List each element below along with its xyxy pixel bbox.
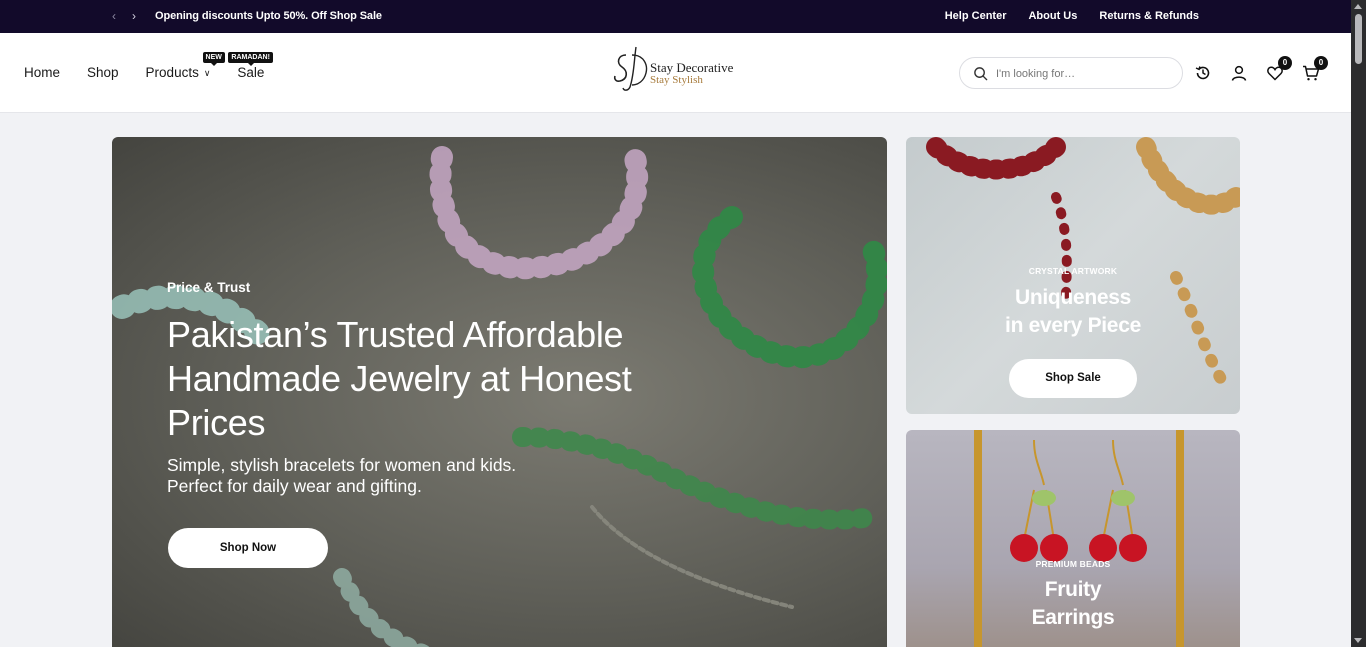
logo-monogram xyxy=(613,46,648,91)
hero-description: Simple, stylish bracelets for women and … xyxy=(167,455,517,496)
help-center-link[interactable]: Help Center xyxy=(945,10,1007,22)
nav-products[interactable]: Products ∨ NEW xyxy=(146,52,225,80)
search-box xyxy=(959,57,1183,89)
site-logo[interactable]: Stay Decorative Stay Stylish xyxy=(612,41,752,95)
scrollbar-thumb[interactable] xyxy=(1355,14,1362,64)
hero-title: Pakistan’s Trusted Affordable Handmade J… xyxy=(167,314,632,443)
new-badge: NEW xyxy=(202,52,225,66)
returns-refunds-link[interactable]: Returns & Refunds xyxy=(1099,10,1199,22)
cart-count: 0 xyxy=(1314,56,1328,70)
scroll-down-icon[interactable] xyxy=(1354,638,1362,643)
search-input[interactable] xyxy=(996,65,1166,83)
cart-icon[interactable]: 0 xyxy=(1302,56,1328,82)
history-icon[interactable] xyxy=(1194,64,1212,82)
utility-links: Help Center About Us Returns & Refunds xyxy=(945,10,1199,22)
promo-card-crystal[interactable]: CRYSTAL ARTWORK Uniqueness in every Piec… xyxy=(906,137,1240,414)
ramadan-badge: RAMADAN! xyxy=(228,52,273,66)
chevron-left-icon[interactable]: ‹ xyxy=(107,9,121,23)
announcement-bar: ‹ › Opening discounts Upto 50%. Off Shop… xyxy=(0,0,1351,33)
wishlist-count: 0 xyxy=(1278,56,1292,70)
hero-banner: Price & Trust Pakistan’s Trusted Afforda… xyxy=(112,137,887,647)
main-nav: Home Shop Products ∨ NEW Sale RAMADAN! xyxy=(24,52,273,80)
site-header: Home Shop Products ∨ NEW Sale RAMADAN! St… xyxy=(0,33,1351,113)
card-eyebrow: PREMIUM BEADS xyxy=(1035,559,1111,569)
logo-tagline: Stay Stylish xyxy=(650,74,703,86)
heart-icon[interactable]: 0 xyxy=(1266,56,1292,82)
card-title: Uniqueness in every Piece xyxy=(1005,286,1141,337)
announcement-text: Opening discounts Upto 50%. Off Shop Sal… xyxy=(155,10,382,22)
scroll-up-icon[interactable] xyxy=(1354,4,1362,9)
about-us-link[interactable]: About Us xyxy=(1028,10,1077,22)
card-eyebrow: CRYSTAL ARTWORK xyxy=(1028,266,1118,276)
nav-shop[interactable]: Shop xyxy=(87,65,119,80)
search-icon xyxy=(974,67,988,81)
shop-sale-button[interactable]: Shop Sale xyxy=(1009,359,1137,398)
page-scrollbar[interactable] xyxy=(1351,0,1366,647)
shop-now-button[interactable]: Shop Now xyxy=(168,528,328,568)
card-title: Fruity Earrings xyxy=(1031,578,1115,629)
nav-sale[interactable]: Sale RAMADAN! xyxy=(228,52,273,80)
chevron-right-icon[interactable]: › xyxy=(127,9,141,23)
promo-card-beads[interactable]: PREMIUM BEADS Fruity Earrings xyxy=(906,430,1240,647)
user-icon[interactable] xyxy=(1230,64,1248,82)
chevron-down-icon: ∨ xyxy=(203,68,211,78)
nav-home[interactable]: Home xyxy=(24,65,60,80)
shop-sale-link[interactable]: Shop Sale xyxy=(330,10,382,22)
hero-eyebrow: Price & Trust xyxy=(167,280,251,295)
